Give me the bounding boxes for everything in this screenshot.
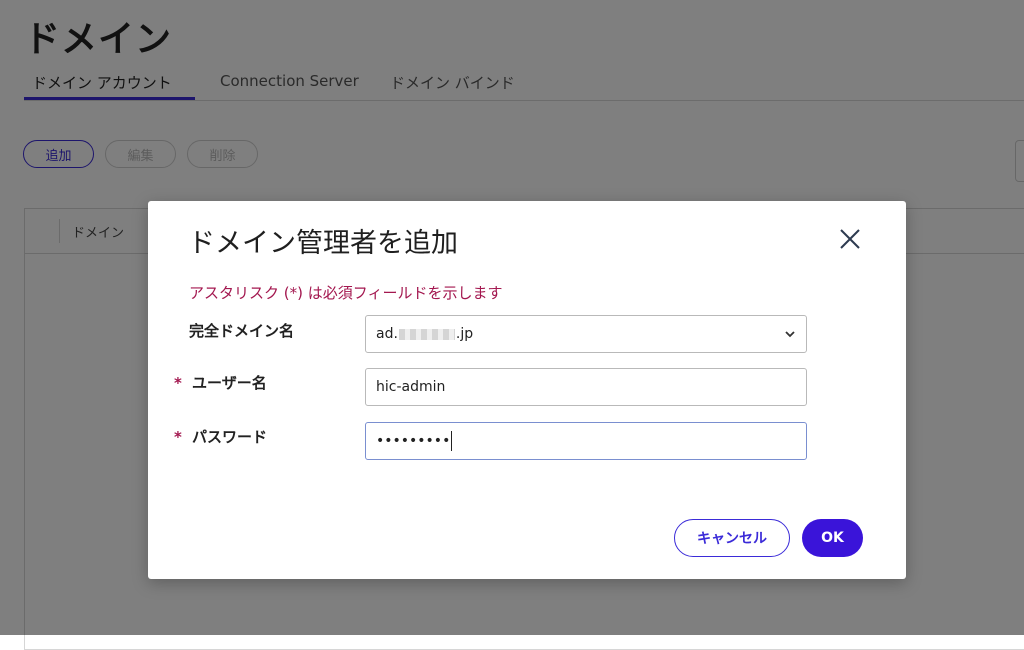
password-input[interactable]: •••••••••	[365, 422, 807, 460]
cancel-button[interactable]: キャンセル	[674, 519, 790, 557]
password-value: •••••••••	[376, 433, 451, 449]
domain-value-suffix: .jp	[455, 326, 474, 342]
add-domain-admin-dialog: ドメイン管理者を追加 アスタリスク (*) は必須フィールドを示します 完全ドメ…	[148, 201, 906, 579]
password-label: パスワード	[192, 428, 268, 446]
redacted-text	[398, 328, 455, 340]
text-cursor	[451, 431, 453, 451]
required-marker-password: *	[174, 428, 182, 446]
close-button[interactable]	[836, 225, 864, 253]
username-input[interactable]: hic-admin	[365, 368, 807, 406]
username-label: ユーザー名	[192, 374, 267, 392]
ok-button[interactable]: OK	[802, 519, 863, 557]
dialog-title: ドメイン管理者を追加	[188, 228, 458, 259]
domain-value-prefix: ad.	[376, 326, 398, 342]
required-marker-username: *	[174, 374, 182, 392]
domain-select[interactable]: ad. .jp	[365, 315, 807, 353]
required-fields-note: アスタリスク (*) は必須フィールドを示します	[189, 284, 503, 302]
chevron-down-icon	[785, 331, 795, 338]
username-value: hic-admin	[376, 379, 446, 395]
close-icon	[840, 229, 860, 249]
domain-label: 完全ドメイン名	[189, 322, 295, 340]
